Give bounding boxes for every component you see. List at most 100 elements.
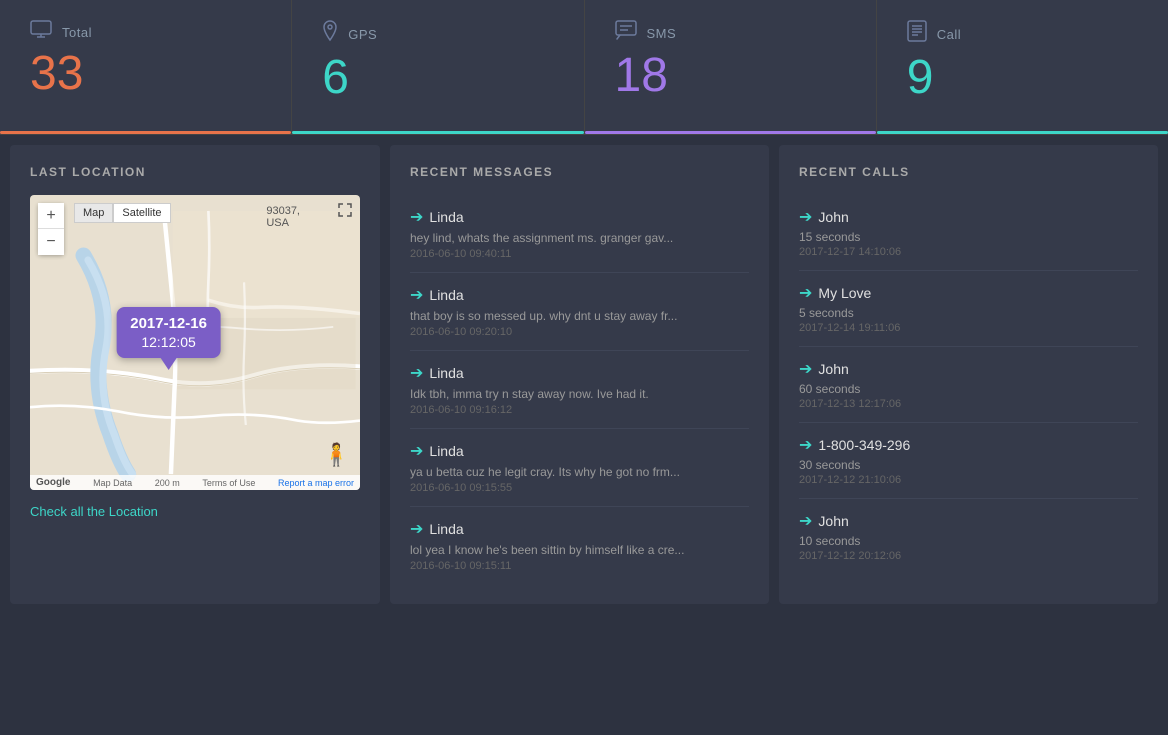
msg-text: lol yea I know he's been sittin by himse… (410, 543, 732, 557)
msg-contact-name: Linda (429, 209, 463, 225)
map-zoom-out-button[interactable]: − (38, 229, 64, 255)
call-label: Call (937, 27, 961, 42)
msg-time: 2016-06-10 09:20:10 (410, 326, 749, 338)
map-address-label: 93037, USA (266, 205, 300, 229)
call-contact-name: John (818, 361, 848, 377)
call-duration: 10 seconds (799, 534, 1138, 548)
marker-bubble: 2017-12-16 12:12:05 (116, 307, 221, 358)
map-type-buttons[interactable]: Map Satellite (74, 203, 171, 223)
msg-time: 2016-06-10 09:40:11 (410, 248, 749, 260)
recent-calls-panel: RECENT CALLS ➔ John 15 seconds 2017-12-1… (779, 145, 1158, 604)
stat-sms: SMS 18 (585, 0, 877, 134)
sms-value: 18 (615, 52, 846, 100)
call-bar (877, 131, 1168, 134)
msg-text: ya u betta cuz he legit cray. Its why he… (410, 465, 732, 479)
call-duration: 5 seconds (799, 306, 1138, 320)
call-item[interactable]: ➔ John 10 seconds 2017-12-12 20:12:06 (799, 499, 1138, 574)
map-footer-report[interactable]: Report a map error (278, 478, 354, 488)
call-time: 2017-12-14 19:11:06 (799, 322, 1138, 334)
message-item[interactable]: ➔ Linda ya u betta cuz he legit cray. It… (410, 429, 749, 507)
call-contact: ➔ John (799, 207, 1138, 227)
call-contact-name: My Love (818, 285, 871, 301)
call-icon (907, 20, 927, 48)
total-bar (0, 131, 291, 134)
gps-bar (292, 131, 583, 134)
message-item[interactable]: ➔ Linda hey lind, whats the assignment m… (410, 195, 749, 273)
gps-icon (322, 20, 338, 48)
total-label: Total (62, 25, 92, 40)
msg-contact: ➔ Linda (410, 285, 749, 305)
recent-messages-title: RECENT MESSAGES (410, 165, 749, 179)
map-person-icon: 🧍 (323, 442, 350, 468)
recent-calls-title: RECENT CALLS (799, 165, 1138, 179)
map-footer-data: Map Data (93, 478, 132, 488)
msg-text: that boy is so messed up. why dnt u stay… (410, 309, 732, 323)
main-content: LAST LOCATION (0, 135, 1168, 614)
map-zoom-controls[interactable]: + − (38, 203, 64, 255)
gps-label: GPS (348, 27, 377, 42)
msg-time: 2016-06-10 09:15:55 (410, 482, 749, 494)
gps-value: 6 (322, 54, 553, 102)
message-item[interactable]: ➔ Linda Idk tbh, imma try n stay away no… (410, 351, 749, 429)
call-arrow-icon: ➔ (799, 207, 812, 227)
call-item[interactable]: ➔ My Love 5 seconds 2017-12-14 19:11:06 (799, 271, 1138, 347)
call-item[interactable]: ➔ John 15 seconds 2017-12-17 14:10:06 (799, 195, 1138, 271)
map-footer-terms[interactable]: Terms of Use (202, 478, 255, 488)
call-contact: ➔ My Love (799, 283, 1138, 303)
sms-label: SMS (647, 26, 677, 41)
msg-arrow-icon: ➔ (410, 207, 423, 227)
call-duration: 15 seconds (799, 230, 1138, 244)
msg-contact-name: Linda (429, 365, 463, 381)
call-time: 2017-12-13 12:17:06 (799, 398, 1138, 410)
call-item[interactable]: ➔ 1-800-349-296 30 seconds 2017-12-12 21… (799, 423, 1138, 499)
message-item[interactable]: ➔ Linda that boy is so messed up. why dn… (410, 273, 749, 351)
google-logo: Google (36, 477, 70, 488)
call-item[interactable]: ➔ John 60 seconds 2017-12-13 12:17:06 (799, 347, 1138, 423)
map-zoom-in-button[interactable]: + (38, 203, 64, 229)
call-contact: ➔ John (799, 359, 1138, 379)
msg-text: hey lind, whats the assignment ms. grang… (410, 231, 732, 245)
sms-bar (585, 131, 876, 134)
msg-contact: ➔ Linda (410, 207, 749, 227)
call-time: 2017-12-12 21:10:06 (799, 474, 1138, 486)
msg-contact-name: Linda (429, 287, 463, 303)
msg-contact-name: Linda (429, 521, 463, 537)
map-type-map-button[interactable]: Map (74, 203, 113, 223)
map-type-satellite-button[interactable]: Satellite (113, 203, 170, 223)
marker-time: 12:12:05 (130, 334, 207, 350)
call-arrow-icon: ➔ (799, 511, 812, 531)
call-contact-name: John (818, 513, 848, 529)
msg-contact: ➔ Linda (410, 441, 749, 461)
msg-text: Idk tbh, imma try n stay away now. Ive h… (410, 387, 732, 401)
call-arrow-icon: ➔ (799, 435, 812, 455)
map-expand-icon[interactable] (338, 203, 352, 220)
last-location-panel: LAST LOCATION (10, 145, 380, 604)
call-contact-name: John (818, 209, 848, 225)
msg-arrow-icon: ➔ (410, 285, 423, 305)
stat-total: Total 33 (0, 0, 292, 134)
messages-list: ➔ Linda hey lind, whats the assignment m… (410, 195, 749, 584)
call-time: 2017-12-12 20:12:06 (799, 550, 1138, 562)
call-contact: ➔ 1-800-349-296 (799, 435, 1138, 455)
msg-contact: ➔ Linda (410, 363, 749, 383)
call-arrow-icon: ➔ (799, 283, 812, 303)
sms-icon (615, 20, 637, 46)
message-item[interactable]: ➔ Linda lol yea I know he's been sittin … (410, 507, 749, 584)
map-footer-scale: 200 m (155, 478, 180, 488)
call-duration: 30 seconds (799, 458, 1138, 472)
stat-call: Call 9 (877, 0, 1168, 134)
map-marker: 2017-12-16 12:12:05 (116, 307, 221, 358)
call-time: 2017-12-17 14:10:06 (799, 246, 1138, 258)
call-arrow-icon: ➔ (799, 359, 812, 379)
msg-time: 2016-06-10 09:16:12 (410, 404, 749, 416)
check-all-location-link[interactable]: Check all the Location (30, 504, 158, 519)
msg-contact-name: Linda (429, 443, 463, 459)
monitor-icon (30, 20, 52, 44)
call-duration: 60 seconds (799, 382, 1138, 396)
call-contact: ➔ John (799, 511, 1138, 531)
call-value: 9 (907, 54, 1138, 102)
msg-time: 2016-06-10 09:15:11 (410, 560, 749, 572)
map-footer: Google Map Data 200 m Terms of Use Repor… (30, 475, 360, 490)
msg-arrow-icon: ➔ (410, 363, 423, 383)
marker-date: 2017-12-16 (130, 315, 207, 332)
